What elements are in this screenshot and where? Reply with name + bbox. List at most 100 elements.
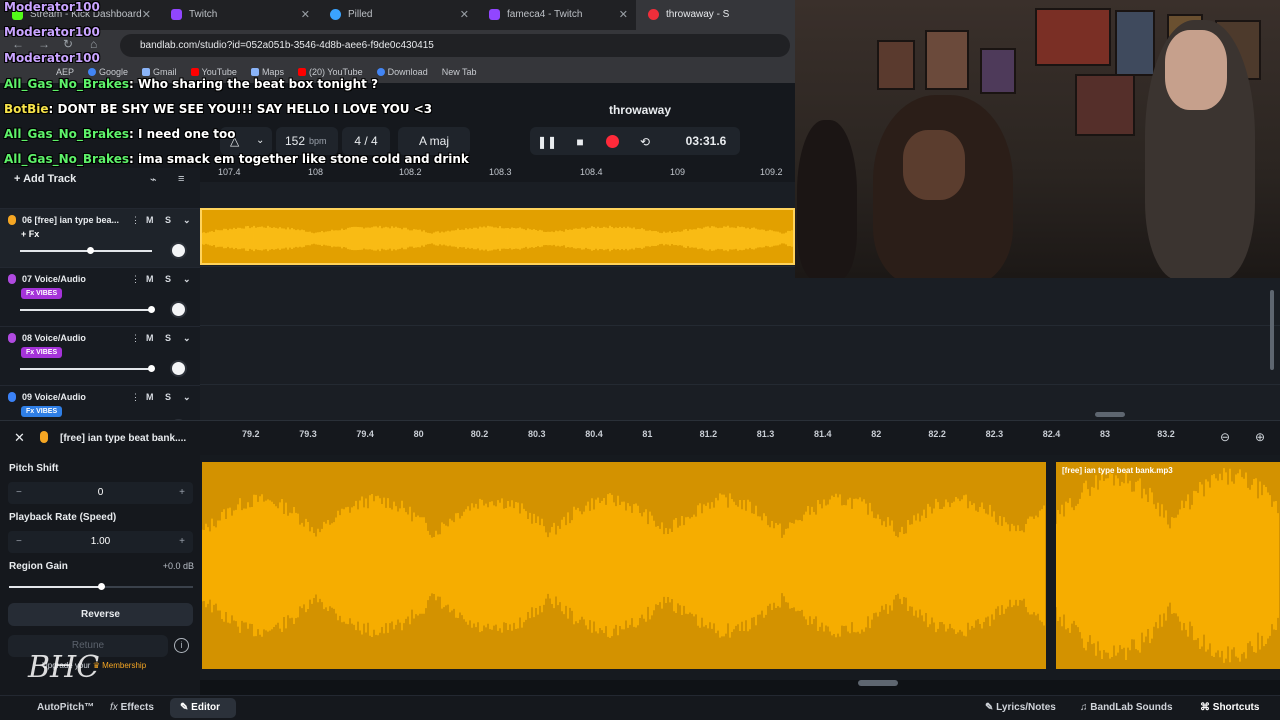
zoom-out-icon[interactable]: ⊖ (1220, 430, 1230, 444)
info-icon[interactable]: i (174, 638, 189, 653)
time-signature[interactable]: 4 / 4 (342, 127, 390, 155)
poster (1115, 10, 1155, 76)
more-options-icon[interactable]: ⋮ (131, 215, 140, 226)
chat-username: Moderator100 (4, 25, 100, 39)
key-selector[interactable]: A maj (398, 127, 470, 155)
vertical-scrollbar[interactable] (1270, 290, 1274, 370)
close-icon[interactable]: ✕ (460, 0, 469, 30)
close-icon[interactable]: ✕ (14, 430, 25, 446)
more-options-icon[interactable]: ⋮ (131, 274, 140, 285)
bpm-field[interactable]: 152 bpm (276, 127, 338, 155)
fx-badge[interactable]: + Fx (21, 229, 39, 240)
fx-badge[interactable]: Fx VIBES (21, 406, 63, 417)
effects-tab[interactable]: fx Effects (110, 702, 154, 713)
volume-slider[interactable] (20, 309, 152, 311)
chevron-down-icon[interactable]: ⌄ (183, 274, 191, 285)
more-options-icon[interactable]: ⋮ (131, 392, 140, 403)
timeline-ruler[interactable]: 107.4 108 108.2 108.3 108.4 109 109.2 (200, 164, 795, 182)
tab-bandlab[interactable]: throwaway - S (636, 0, 795, 30)
autopitch-tab[interactable]: AutoPitch™ (37, 702, 94, 713)
pan-knob[interactable] (170, 242, 187, 259)
lyrics-notes-tab[interactable]: ✎ Lyrics/Notes (985, 702, 1056, 713)
mute-button[interactable]: M (146, 392, 154, 402)
minus-icon[interactable]: − (16, 482, 22, 504)
record-icon[interactable] (606, 135, 619, 148)
close-icon[interactable]: ✕ (301, 0, 310, 30)
pause-icon[interactable]: ❚❚ (533, 132, 561, 152)
bandlab-sounds-tab[interactable]: ♫ BandLab Sounds (1080, 702, 1173, 713)
tab-fameca4[interactable]: fameca4 - Twitch ✕ (477, 0, 636, 30)
plus-icon[interactable]: + (179, 531, 185, 553)
back-icon[interactable]: ← (12, 37, 24, 51)
pan-knob[interactable] (170, 360, 187, 377)
horizontal-scrollbar[interactable] (1095, 412, 1125, 417)
playback-rate-stepper[interactable]: −1.00 + (8, 531, 193, 553)
home-icon[interactable]: ⌂ (90, 37, 97, 51)
globe-icon (376, 68, 385, 76)
mute-button[interactable]: M (146, 333, 154, 343)
forward-icon[interactable]: → (38, 37, 50, 51)
region-gain-slider[interactable] (9, 583, 193, 590)
track-row-07[interactable]: 07 Voice/Audio Fx VIBES ⋮ M S ⌄ (0, 267, 200, 326)
add-track-button[interactable]: + Add Track (14, 173, 76, 185)
zoom-in-icon[interactable]: ⊕ (1255, 430, 1265, 444)
lane-divider (200, 384, 1280, 385)
more-options-icon[interactable]: ⋮ (131, 333, 140, 344)
track-name[interactable]: 06 [free] ian type bea... (22, 215, 122, 225)
url-input[interactable]: bandlab.com/studio?id=052a051b-3546-4d8b… (120, 34, 790, 57)
chevron-down-icon[interactable]: ⌄ (256, 127, 264, 155)
chat-username: All_Gas_No_Brakes (4, 152, 129, 166)
track-row-08[interactable]: 08 Voice/Audio Fx VIBES ⋮ M S ⌄ (0, 326, 200, 385)
track-name[interactable]: 08 Voice/Audio (22, 333, 122, 343)
fx-badge[interactable]: Fx VIBES (21, 288, 63, 299)
mute-button[interactable]: M (146, 215, 154, 225)
track-name[interactable]: 07 Voice/Audio (22, 274, 122, 284)
loop-icon[interactable]: ⟲ (631, 132, 659, 152)
track-name[interactable]: 09 Voice/Audio (22, 392, 122, 402)
settings-sliders-icon[interactable]: ≡ (178, 173, 184, 185)
plus-icon[interactable]: + (179, 482, 185, 504)
pitch-shift-stepper[interactable]: −0 + (8, 482, 193, 504)
reload-icon[interactable]: ↻ (63, 37, 73, 51)
track-row-06[interactable]: 06 [free] ian type bea... + Fx ⋮ M S ⌄ (0, 208, 200, 267)
close-icon[interactable]: ✕ (142, 0, 151, 30)
ruler-tick-label: 79.3 (299, 429, 317, 439)
bookmark-new-tab[interactable]: New Tab (442, 61, 477, 83)
chevron-down-icon[interactable]: ⌄ (183, 392, 191, 403)
waveform (202, 225, 793, 252)
region-gain-handle[interactable] (98, 583, 105, 590)
chat-message: Moderator100 (4, 25, 100, 39)
volume-handle[interactable] (86, 247, 94, 254)
chevron-down-icon[interactable]: ⌄ (183, 333, 191, 344)
solo-button[interactable]: S (165, 215, 171, 225)
audio-region-main[interactable] (202, 462, 1046, 669)
tab-twitch[interactable]: Twitch ✕ (159, 0, 318, 30)
mute-button[interactable]: M (146, 274, 154, 284)
fx-badge[interactable]: Fx VIBES (21, 347, 63, 358)
close-icon[interactable]: ✕ (619, 0, 628, 30)
stop-icon[interactable]: ■ (566, 132, 594, 152)
editor-tab[interactable]: ✎ Editor (180, 702, 220, 713)
volume-slider[interactable] (20, 368, 152, 370)
ruler-tick-label: 108.3 (489, 167, 512, 177)
solo-button[interactable]: S (165, 333, 171, 343)
volume-handle[interactable] (148, 306, 155, 313)
chevron-down-icon[interactable]: ⌄ (183, 215, 191, 226)
pan-knob[interactable] (170, 301, 187, 318)
shortcuts-button[interactable]: ⌘ Shortcuts (1200, 702, 1259, 713)
audio-clip-track-06[interactable] (200, 208, 795, 265)
solo-button[interactable]: S (165, 274, 171, 284)
wand-icon[interactable]: ⌁ (150, 173, 157, 186)
editor-ruler[interactable]: 79.2 79.3 79.4 80 80.2 80.3 80.4 81 81.2 81.3 81.4… (200, 426, 1210, 446)
audio-region-next[interactable]: [free] ian type beat bank.mp3 (1056, 462, 1280, 669)
editor-scrollbar[interactable] (858, 680, 898, 686)
sounds-icon: ♫ (1080, 702, 1091, 713)
solo-button[interactable]: S (165, 392, 171, 402)
ruler-tick-label: 80.2 (470, 429, 489, 439)
volume-handle[interactable] (148, 365, 155, 372)
reverse-button[interactable]: Reverse (8, 603, 193, 626)
tab-pilled[interactable]: Pilled ✕ (318, 0, 477, 30)
minus-icon[interactable]: − (16, 531, 22, 553)
project-title[interactable]: throwaway (560, 103, 720, 117)
bookmark-download[interactable]: Download (376, 61, 428, 83)
